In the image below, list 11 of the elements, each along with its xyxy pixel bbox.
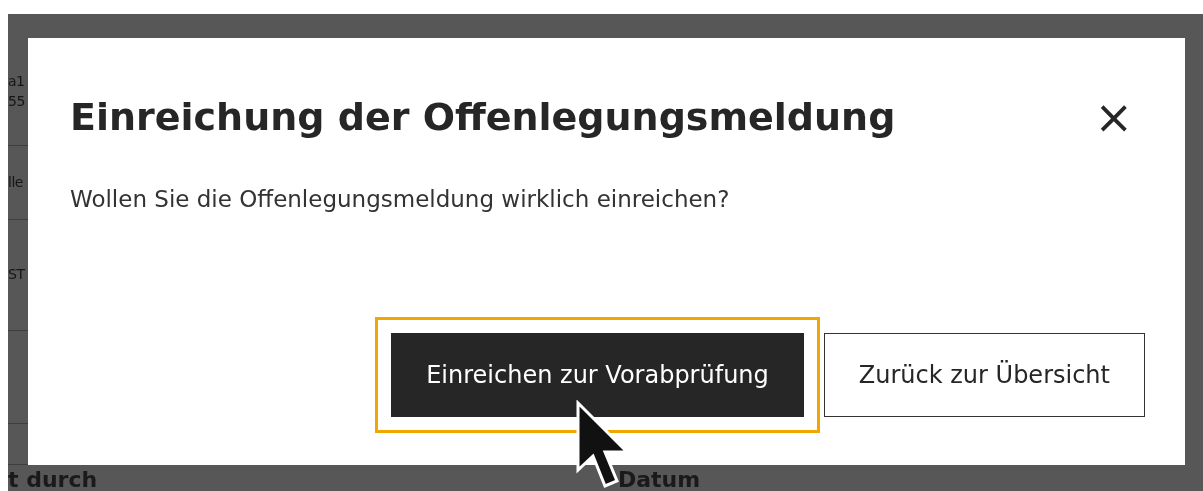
submit-button[interactable]: Einreichen zur Vorabprüfung bbox=[391, 333, 804, 417]
table-cell-text: lle bbox=[8, 172, 23, 192]
table-cell-text: a1 bbox=[8, 71, 25, 91]
table-cell-text: 55 bbox=[8, 91, 25, 111]
table-cell-text: ST bbox=[8, 265, 25, 285]
back-button[interactable]: Zurück zur Übersicht bbox=[823, 333, 1145, 417]
column-header: t durch bbox=[8, 469, 99, 491]
column-header: Datum bbox=[618, 469, 702, 491]
dialog-title: Einreichung der Offenlegungsmeldung bbox=[70, 95, 896, 139]
dialog-message: Wollen Sie die Offenlegungsmeldung wirklich einreichen? bbox=[70, 186, 731, 212]
close-button[interactable]: × bbox=[1082, 94, 1145, 140]
